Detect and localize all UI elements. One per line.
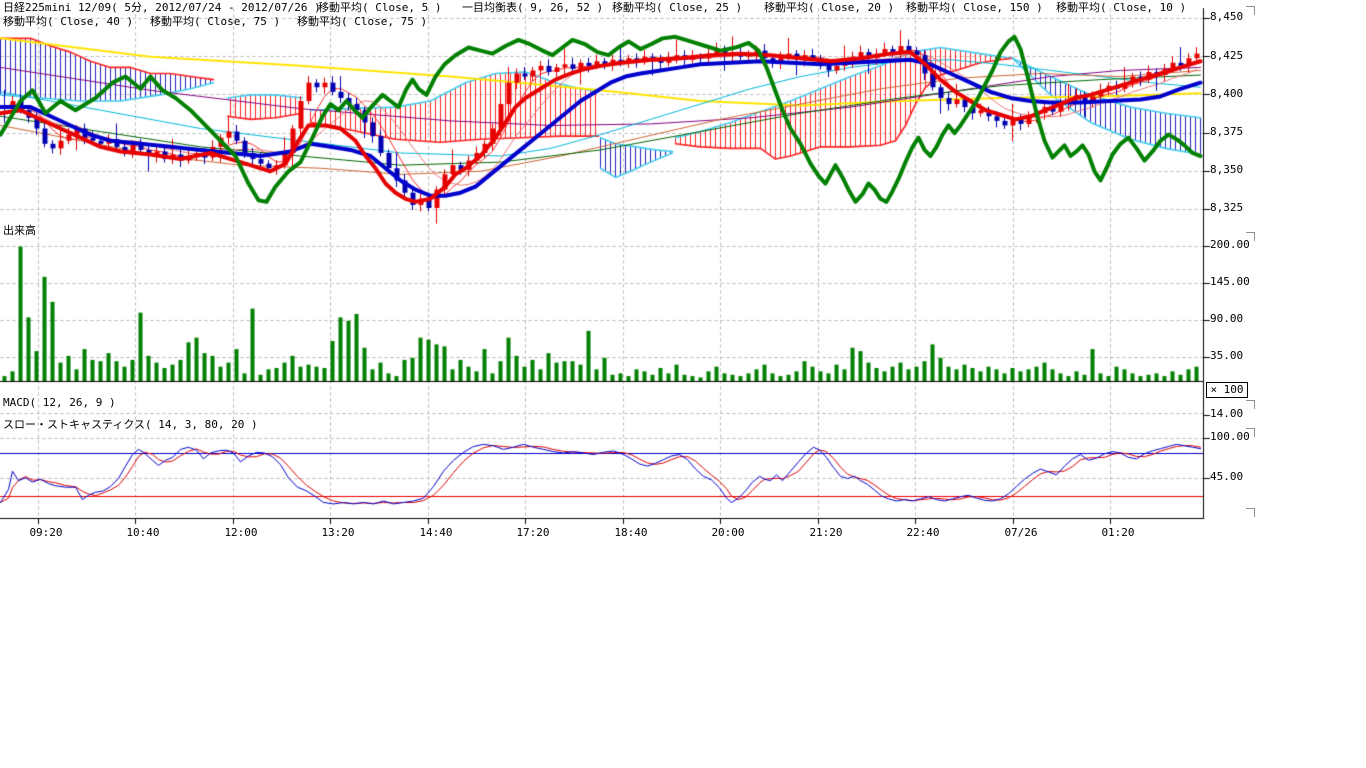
legend-ichimoku[interactable]: 一目均衡表( 9, 26, 52 ) (462, 2, 603, 14)
volume-tick-90: 90.00 (1210, 313, 1243, 325)
legend-ma-close-25[interactable]: 移動平均( Close, 25 ) (612, 2, 742, 14)
bottom-pane-resize-handle[interactable] (1246, 508, 1255, 517)
legend-ma-close-40[interactable]: 移動平均( Close, 40 ) (3, 16, 133, 28)
price-tick-8350: 8,350 (1210, 164, 1243, 176)
stoch-tick-100: 100.00 (1210, 431, 1250, 443)
legend-ma-close-10[interactable]: 移動平均( Close, 10 ) (1056, 2, 1186, 14)
macd-pane-label: MACD( 12, 26, 9 ) (3, 397, 116, 409)
time-label-1720: 17:20 (516, 527, 549, 539)
price-tick-8375: 8,375 (1210, 126, 1243, 138)
price-chart-canvas[interactable] (0, 0, 1366, 560)
main-pane-resize-handle[interactable] (1246, 6, 1255, 15)
time-label-0120: 01:20 (1101, 527, 1134, 539)
volume-tick-200: 200.00 (1210, 239, 1250, 251)
time-label-1320: 13:20 (321, 527, 354, 539)
time-label-1200: 12:00 (224, 527, 257, 539)
volume-pane-resize-handle[interactable] (1246, 232, 1255, 241)
price-tick-8400: 8,400 (1210, 88, 1243, 100)
time-label-2120: 21:20 (809, 527, 842, 539)
legend-ma-close-20[interactable]: 移動平均( Close, 20 ) (764, 2, 894, 14)
time-label-2000: 20:00 (711, 527, 744, 539)
volume-tick-145: 145.00 (1210, 276, 1250, 288)
time-label-0920: 09:20 (29, 527, 62, 539)
time-label-0726: 07/26 (1004, 527, 1037, 539)
legend-ma-close-75a[interactable]: 移動平均( Close, 75 ) (150, 16, 280, 28)
volume-pane-label: 出来高 (3, 225, 36, 237)
legend-ma-close-150[interactable]: 移動平均( Close, 150 ) (906, 2, 1043, 14)
volume-tick-35: 35.00 (1210, 350, 1243, 362)
time-label-1040: 10:40 (126, 527, 159, 539)
price-tick-8425: 8,425 (1210, 50, 1243, 62)
macd-tick-14: 14.00 (1210, 408, 1243, 420)
legend-ma-close-75b[interactable]: 移動平均( Close, 75 ) (297, 16, 427, 28)
time-label-1840: 18:40 (614, 527, 647, 539)
chart-title: 日経225mini 12/09( 5分, 2012/07/24 - 2012/0… (3, 2, 321, 14)
price-tick-8325: 8,325 (1210, 202, 1243, 214)
stoch-tick-45: 45.00 (1210, 471, 1243, 483)
legend-ma-close-5[interactable]: 移動平均( Close, 5 ) (318, 2, 441, 14)
macd-pane-resize-handle[interactable] (1246, 400, 1255, 409)
time-label-2240: 22:40 (906, 527, 939, 539)
stoch-pane-resize-handle[interactable] (1246, 428, 1255, 437)
volume-multiplier-badge: × 100 (1206, 382, 1248, 398)
price-tick-8450: 8,450 (1210, 11, 1243, 23)
stochastics-pane-label: スロー・ストキャスティクス( 14, 3, 80, 20 ) (3, 419, 258, 431)
time-label-1440: 14:40 (419, 527, 452, 539)
